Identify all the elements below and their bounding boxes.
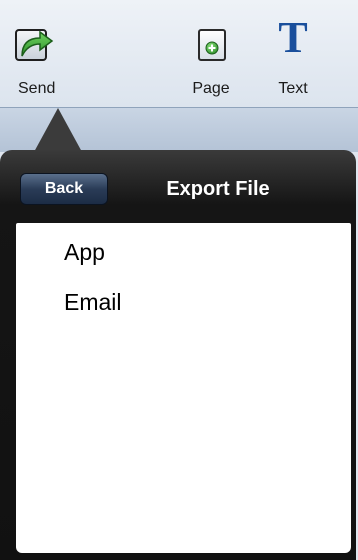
text-tool-icon: T bbox=[278, 13, 308, 62]
add-page-icon bbox=[191, 24, 231, 64]
page-label: Page bbox=[192, 80, 230, 97]
text-button[interactable]: T Text bbox=[258, 14, 328, 104]
popover-title: Export File bbox=[166, 178, 270, 200]
popover-arrow bbox=[34, 108, 82, 152]
send-button[interactable]: Send bbox=[4, 14, 74, 104]
text-label: Text bbox=[278, 80, 308, 97]
page-button[interactable]: Page bbox=[176, 14, 246, 104]
back-button[interactable]: Back bbox=[20, 173, 108, 205]
export-options-list: App Email bbox=[16, 223, 351, 553]
popover-header: Back Export File bbox=[0, 150, 356, 222]
send-label: Send bbox=[18, 80, 56, 97]
list-item-app[interactable]: App bbox=[64, 239, 105, 266]
export-popover: Back Export File App Email bbox=[0, 150, 356, 560]
toolbar: Send Page T Text bbox=[0, 0, 358, 108]
share-arrow-icon bbox=[14, 24, 54, 64]
list-item-email[interactable]: Email bbox=[64, 289, 122, 316]
